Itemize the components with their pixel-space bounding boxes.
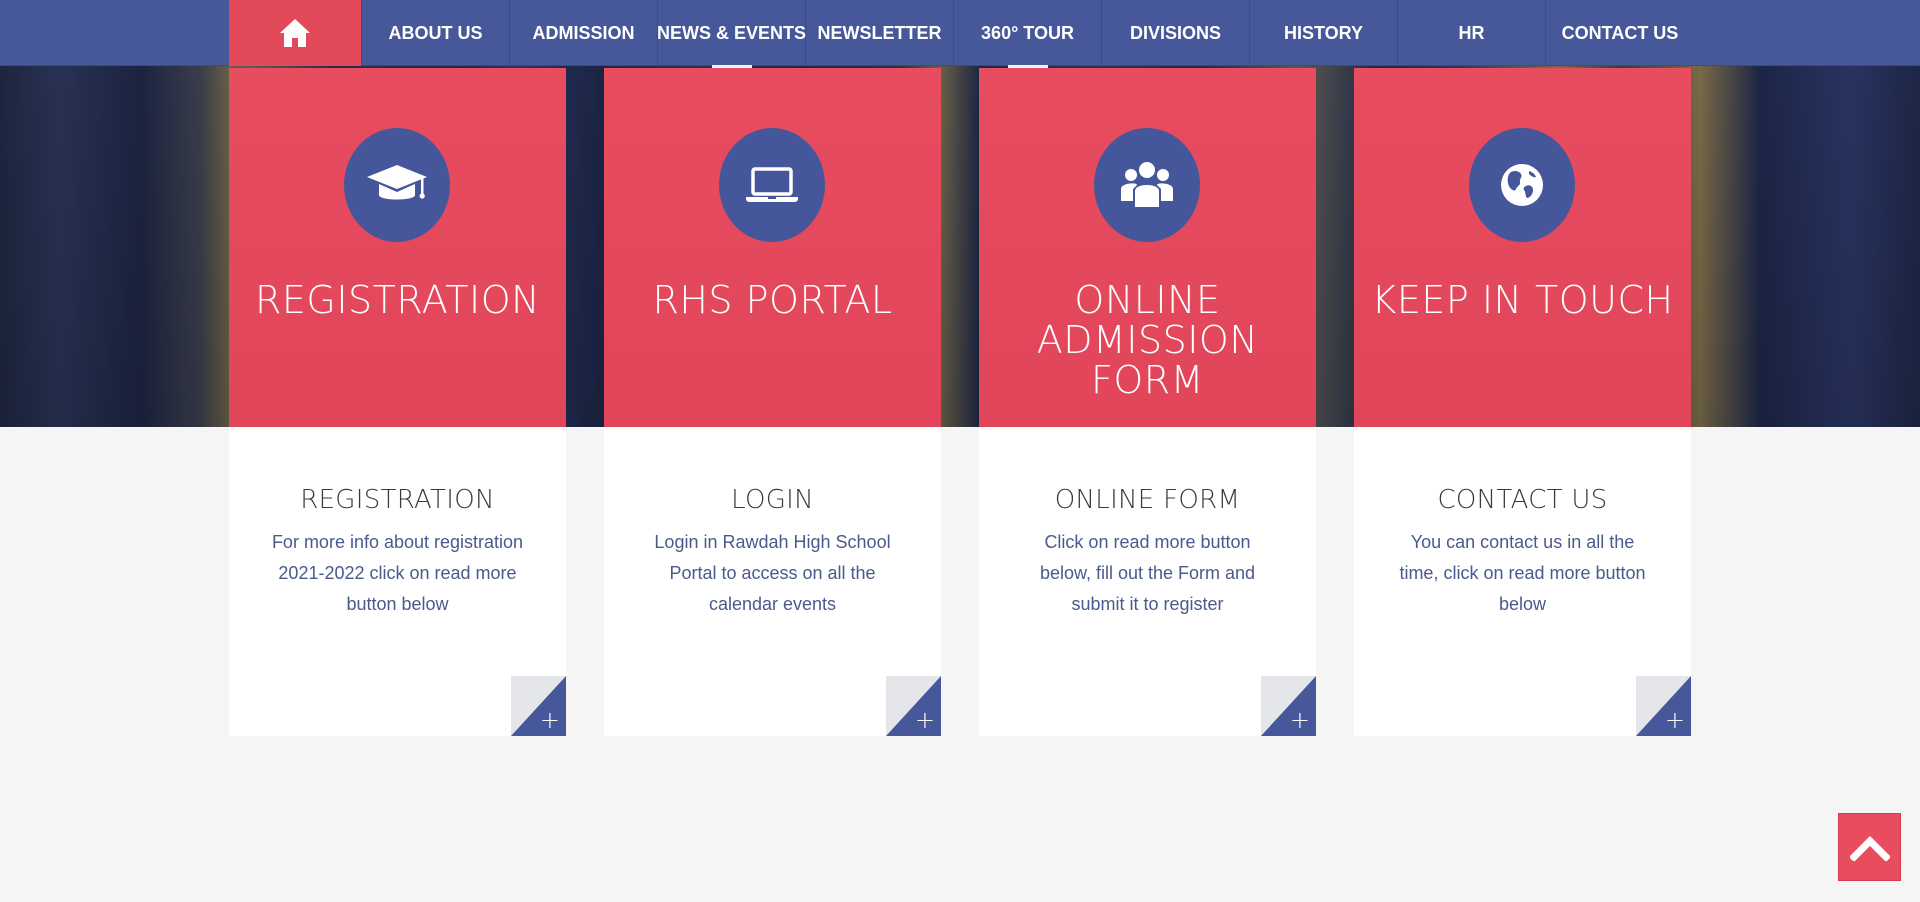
nav-item-label: HR xyxy=(1458,22,1485,43)
graduation-cap-icon xyxy=(367,165,427,200)
card-title: REGISTRATION xyxy=(254,278,541,322)
plus-icon: + xyxy=(539,706,560,734)
card-subtitle: REGISTRATION xyxy=(300,485,495,515)
card-body: ONLINE FORM Click on read more button be… xyxy=(979,427,1316,736)
nav-item-hr[interactable]: HR xyxy=(1398,0,1546,66)
nav-item-label: DIVISIONS xyxy=(1129,22,1222,43)
card-icon-circle xyxy=(1469,128,1575,242)
card-subtitle: CONTACT US xyxy=(1437,485,1608,515)
nav-item-divisions[interactable]: DIVISIONS xyxy=(1102,0,1250,66)
card-subtitle: LOGIN xyxy=(731,485,814,515)
nav-item-360-tour[interactable]: 360° TOUR xyxy=(954,0,1102,68)
nav-item-label: ADMISSION xyxy=(532,22,635,43)
card-description: For more info about registration 2021-20… xyxy=(271,532,524,614)
home-icon xyxy=(280,19,310,47)
plus-icon: + xyxy=(1289,706,1310,734)
card-keep-in-touch: KEEP IN TOUCH CONTACT US You can contact… xyxy=(1354,68,1691,736)
nav-item-label: 360° TOUR xyxy=(981,22,1074,43)
nav-item-label: NEWS & EVENTS xyxy=(656,22,807,43)
nav-item-contact-us[interactable]: CONTACT US xyxy=(1546,0,1694,66)
card-rhs-portal: RHS PORTAL LOGIN Login in Rawdah High Sc… xyxy=(604,68,941,736)
card-description: You can contact us in all the time, clic… xyxy=(1399,532,1646,614)
globe-icon xyxy=(1501,164,1543,206)
card-online-admission-form: ONLINE ADMISSION FORM ONLINE FORM Click … xyxy=(979,68,1316,736)
nav-active-indicator xyxy=(711,65,752,68)
nav-item-label: NEWSLETTER xyxy=(817,22,942,43)
nav-item-history[interactable]: HISTORY xyxy=(1250,0,1398,66)
card-title: RHS PORTAL xyxy=(652,278,893,322)
card-registration: REGISTRATION REGISTRATION For more info … xyxy=(229,68,566,736)
card-header[interactable]: RHS PORTAL xyxy=(604,68,941,427)
nav-item-label: HISTORY xyxy=(1283,22,1363,43)
card-title: ONLINE ADMISSION FORM xyxy=(1036,278,1259,402)
nav-home-button[interactable] xyxy=(229,0,362,66)
card-icon-circle xyxy=(719,128,825,242)
card-subtitle: ONLINE FORM xyxy=(1054,485,1241,515)
card-title: KEEP IN TOUCH xyxy=(1371,278,1674,322)
nav-item-label: ABOUT US xyxy=(388,22,483,43)
card-header[interactable]: ONLINE ADMISSION FORM xyxy=(979,68,1316,427)
card-header[interactable]: KEEP IN TOUCH xyxy=(1354,68,1691,427)
card-body: REGISTRATION For more info about registr… xyxy=(229,427,566,736)
plus-icon: + xyxy=(1664,706,1685,734)
chevron-up-icon xyxy=(1849,836,1890,861)
card-body: CONTACT US You can contact us in all the… xyxy=(1354,427,1691,736)
card-body: LOGIN Login in Rawdah High School Portal… xyxy=(604,427,941,736)
card-icon-circle xyxy=(344,128,450,242)
main-navbar: ABOUT US ADMISSION NEWS & EVENTS NEWSLET… xyxy=(0,0,1920,68)
read-more-button[interactable]: + xyxy=(1636,676,1691,736)
card-description: Click on read more button below, fill ou… xyxy=(1039,532,1256,614)
plus-icon: + xyxy=(914,706,935,734)
back-to-top-button[interactable] xyxy=(1838,813,1901,881)
card-description: Login in Rawdah High School Portal to ac… xyxy=(654,532,891,614)
read-more-button[interactable]: + xyxy=(511,676,566,736)
nav-active-indicator xyxy=(1007,65,1048,68)
nav-item-news-events[interactable]: NEWS & EVENTS xyxy=(656,0,807,68)
nav-item-newsletter[interactable]: NEWSLETTER xyxy=(806,0,954,66)
read-more-button[interactable]: + xyxy=(886,676,941,736)
laptop-icon xyxy=(746,167,798,202)
nav-item-label: CONTACT US xyxy=(1561,22,1679,43)
nav-menu: ABOUT US ADMISSION NEWS & EVENTS NEWSLET… xyxy=(229,0,1694,68)
nav-item-admission[interactable]: ADMISSION xyxy=(510,0,658,66)
card-icon-circle xyxy=(1094,128,1200,242)
nav-item-about-us[interactable]: ABOUT US xyxy=(362,0,510,66)
users-icon xyxy=(1121,162,1173,207)
read-more-button[interactable]: + xyxy=(1261,676,1316,736)
card-header[interactable]: REGISTRATION xyxy=(229,68,566,427)
